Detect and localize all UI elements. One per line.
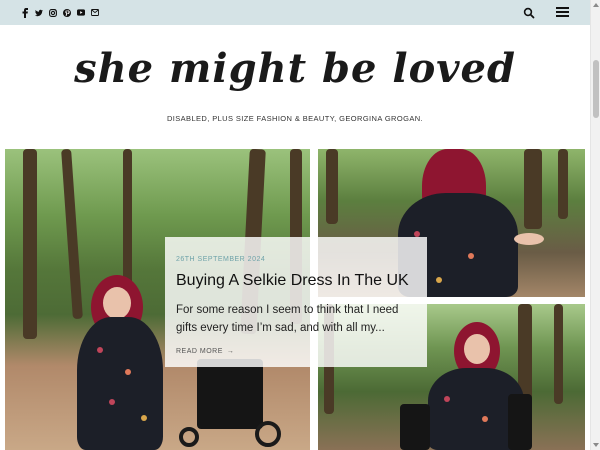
twitter-icon[interactable] <box>35 6 43 19</box>
pinterest-icon[interactable] <box>63 6 71 19</box>
site-logo[interactable]: she might be loved <box>0 45 590 92</box>
top-bar <box>0 0 590 25</box>
post-excerpt: For some reason I seem to think that I n… <box>176 304 399 334</box>
read-more-link[interactable]: READ MORE → <box>176 348 234 355</box>
vertical-scrollbar[interactable] <box>590 0 600 450</box>
scroll-down-arrow-icon[interactable] <box>593 443 599 447</box>
social-links <box>21 6 99 19</box>
scrollbar-thumb[interactable] <box>593 60 599 118</box>
scroll-up-arrow-icon[interactable] <box>593 3 599 7</box>
featured-post-card: 26TH SEPTEMBER 2024 Buying A Selkie Dres… <box>165 237 427 367</box>
hamburger-menu-icon[interactable] <box>556 7 569 17</box>
youtube-icon[interactable] <box>77 6 85 19</box>
read-more-label: READ MORE <box>176 348 223 355</box>
post-date: 26TH SEPTEMBER 2024 <box>176 256 266 263</box>
arrow-right-icon: → <box>226 348 235 355</box>
search-button[interactable] <box>523 6 535 19</box>
facebook-icon[interactable] <box>21 6 29 19</box>
search-icon <box>523 7 535 19</box>
post-title-link[interactable]: Buying A Selkie Dress In The UK <box>176 272 409 290</box>
instagram-icon[interactable] <box>49 6 57 19</box>
site-tagline: DISABLED, PLUS SIZE FASHION & BEAUTY, GE… <box>166 114 424 123</box>
email-icon[interactable] <box>91 6 99 19</box>
